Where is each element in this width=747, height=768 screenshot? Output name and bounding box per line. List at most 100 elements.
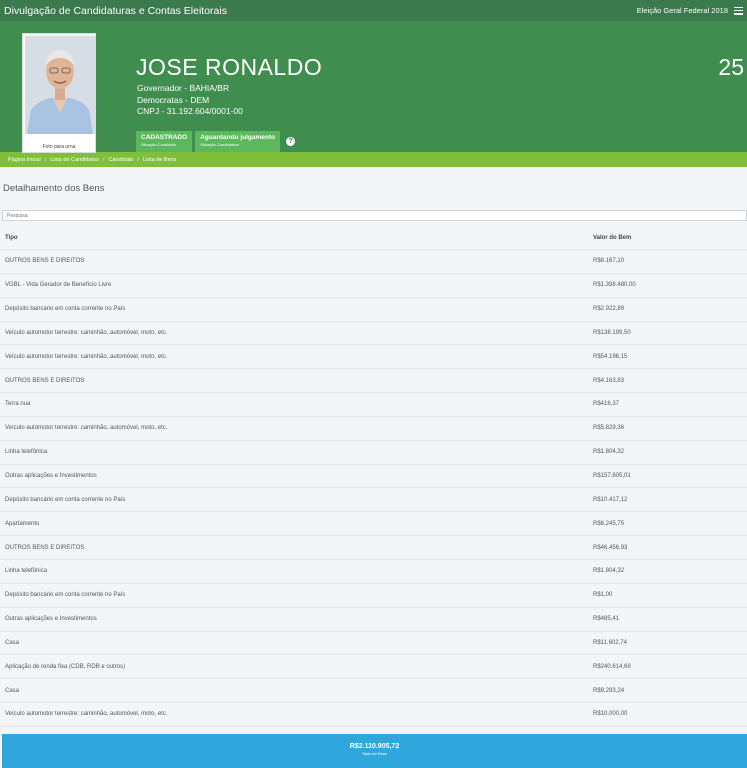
breadcrumb-separator: / [102,156,105,163]
table-row: OUTROS BENS E DIREITOS R$46.456,93 [0,536,747,560]
cell-valor: R$54.196,15 [593,353,628,360]
column-header-tipo[interactable]: Tipo [0,235,590,241]
cell-valor: R$46.456,93 [593,544,628,551]
breadcrumb-current: Lista de Bens [143,156,177,163]
cell-tipo: VGBL - Vida Gerador de Benefício Livre [5,282,112,289]
cell-tipo: Depósito bancário em conta corrente no P… [5,592,126,599]
cell-valor: R$5.829,36 [593,425,625,432]
cell-valor: R$138.199,50 [593,329,631,336]
total-value: R$2.110.905,72 [349,743,400,750]
cell-valor: R$11.602,74 [593,639,627,646]
election-label[interactable]: Eleição Geral Federal 2018 [637,6,728,15]
assets-table: Tipo Valor do Bem OUTROS BENS E DIREITOS… [0,226,747,727]
cell-tipo: OUTROS BENS E DIREITOS [5,377,85,384]
judgement-badge-sub: Situação Candidatura [200,142,239,147]
breadcrumb-home[interactable]: Página Inicial [8,157,41,163]
cell-tipo: Veículo automotor terrestre: caminhão, a… [5,353,168,360]
table-row: Aplicação de renda fixa (CDB, RDB e outr… [0,655,747,680]
top-bar-right: Eleição Geral Federal 2018 [637,6,743,15]
candidacy-status-badge: Aguardando julgamento Situação Candidatu… [195,131,280,152]
candidate-photo [25,36,95,134]
status-badges: CADASTRADO Situação Candidato Aguardando… [136,131,295,152]
candidate-name: JOSE RONALDO [136,54,323,80]
status-badge-main: CADASTRADO [141,134,188,141]
cell-valor: R$240.614,69 [593,663,631,670]
candidate-status-badge: CADASTRADO Situação Candidato [136,131,193,152]
table-row: Veículo automotor terrestre: caminhão, a… [0,322,747,346]
table-row: Depósito bancário em conta corrente no P… [0,584,747,608]
cell-tipo: Aplicação de renda fixa (CDB, RDB e outr… [5,663,126,670]
breadcrumb-separator: / [44,156,47,163]
candidate-info: Governador - BAHIA/BR Democratas - DEM C… [137,83,243,118]
candidate-header: Foto para urna JOSE RONALDO 25 Governado… [0,21,747,153]
section-title: Detalhamento dos Bens [3,183,105,194]
breadcrumb-candidates-list[interactable]: Lista de Candidatos [50,157,99,163]
cell-tipo: Depósito bancário em conta corrente no P… [5,496,126,503]
cell-tipo: OUTROS BENS E DIREITOS [5,544,85,551]
app-title: Divulgação de Candidaturas e Contas Elei… [4,4,227,17]
breadcrumb-separator: / [137,156,140,163]
breadcrumb: Página Inicial / Lista de Candidatos / C… [0,152,747,167]
total-bar: R$2.110.905,72 Total em Bens [2,734,747,768]
cell-tipo: Veículo automotor terrestre: caminhão, a… [5,329,168,336]
cell-valor: R$2.922,89 [593,306,625,313]
cell-tipo: Linha telefônica [5,449,48,456]
candidate-number: 25 [718,54,744,80]
table-row: Apartamento R$6.245,75 [0,512,747,537]
column-header-valor[interactable]: Valor do Bem [590,235,631,241]
cell-valor: R$6.245,75 [593,520,625,527]
total-label: Total em Bens [361,751,388,756]
candidate-party: Democratas - DEM [137,94,210,105]
cell-valor: R$1.804,32 [593,449,625,456]
table-row: VGBL - Vida Gerador de Benefício Livre R$… [0,274,747,298]
cell-valor: R$9.293,24 [593,687,625,694]
cell-tipo: Veículo automotor terrestre: caminhão, a… [5,711,168,718]
top-bar: Divulgação de Candidaturas e Contas Elei… [0,0,747,21]
candidate-office: Governador - BAHIA/BR [137,83,230,93]
cell-tipo: OUTROS BENS E DIREITOS [5,258,85,265]
search-input[interactable] [2,210,747,221]
table-row: Outras aplicações e Investimentos R$485,4… [0,608,747,632]
help-icon[interactable]: ? [285,137,295,146]
table-row: Casa R$11.602,74 [0,632,747,656]
cell-valor: R$485,41 [593,616,620,623]
judgement-badge-main: Aguardando julgamento [200,134,275,141]
table-row: Veículo automotor terrestre: caminhão, a… [0,345,747,370]
table-row: Casa R$9.293,24 [0,679,747,704]
cell-valor: R$157.805,01 [593,473,631,480]
status-badge-sub: Situação Candidato [141,142,176,147]
cell-valor: R$10.417,12 [593,496,628,503]
table-row: Linha telefônica R$1.804,32 [0,441,747,465]
candidate-photo-card: Foto para urna [22,33,96,153]
table-row: Veículo automotor terrestre: caminhão, a… [0,417,747,441]
table-header: Tipo Valor do Bem [0,226,747,250]
cell-valor: R$1.804,32 [593,568,625,575]
table-row: OUTROS BENS E DIREITOS R$8.167,10 [0,250,747,274]
cell-valor: R$4.163,83 [593,377,625,384]
cell-tipo: Terra nua [5,401,31,408]
cell-tipo: Apartamento [5,520,40,527]
table-row: Outras aplicações e Investimentos R$157.8… [0,465,747,489]
table-body: OUTROS BENS E DIREITOS R$8.167,10 VGBL - V… [0,250,747,727]
cell-tipo: Outras aplicações e Investimentos [5,473,97,480]
table-row: Linha telefônica R$1.804,32 [0,560,747,584]
cell-tipo: Veículo automotor terrestre: caminhão, a… [5,425,168,432]
cell-tipo: Casa [5,687,20,694]
candidate-cnpj: CNPJ - 31.192.604/0001-00 [137,106,243,116]
cell-tipo: Linha telefônica [5,568,48,575]
breadcrumb-candidate[interactable]: Candidato [108,157,133,163]
table-row: Depósito bancário em conta corrente no P… [0,298,747,322]
table-row: Depósito bancário em conta corrente no P… [0,488,747,513]
cell-valor: R$10.000,00 [593,711,628,718]
table-row: Terra nua R$416,37 [0,393,747,417]
hamburger-menu-icon[interactable] [734,6,743,15]
cell-valor: R$1.398.480,00 [593,282,636,289]
cell-tipo: Depósito bancário em conta corrente no P… [5,306,126,313]
cell-valor: R$416,37 [593,401,620,408]
table-row: Veículo automotor terrestre: caminhão, a… [0,703,747,727]
cell-valor: R$8.167,10 [593,258,625,265]
cell-valor: R$1,00 [593,592,613,599]
cell-tipo: Casa [5,639,20,646]
table-row: OUTROS BENS E DIREITOS R$4.163,83 [0,369,747,394]
photo-caption: Foto para urna [42,144,76,150]
